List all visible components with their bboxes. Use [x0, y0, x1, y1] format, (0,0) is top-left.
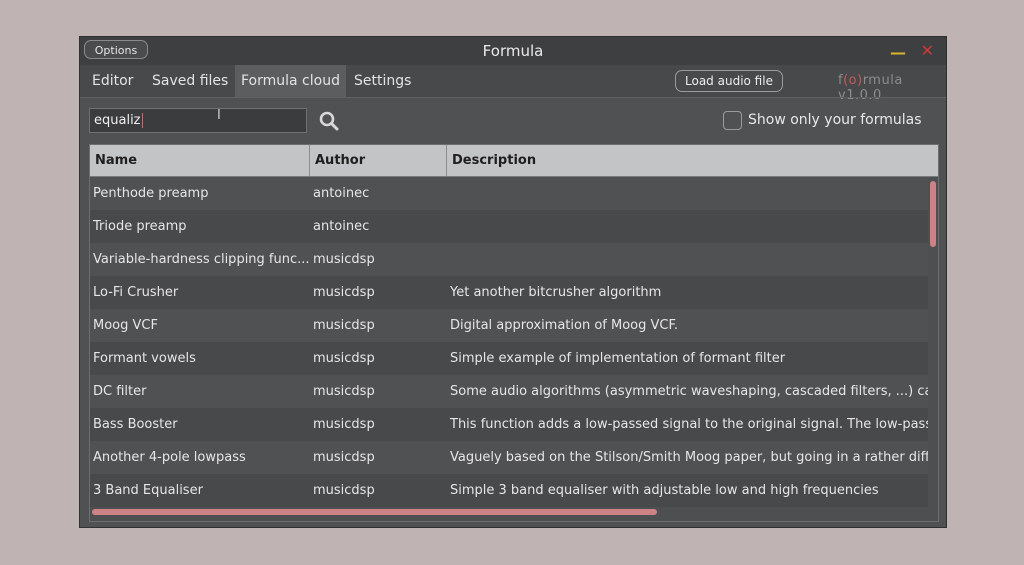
table-row[interactable]: Penthode preamp antoinec — [90, 177, 928, 210]
tab-settings[interactable]: Settings — [348, 65, 417, 97]
cell-name: Lo-Fi Crusher — [93, 285, 179, 300]
cell-author: musicdsp — [313, 285, 375, 300]
ibeam-cursor-icon: I — [217, 108, 221, 123]
cell-author: musicdsp — [313, 384, 375, 399]
horizontal-scrollbar[interactable] — [92, 509, 657, 515]
cell-author: musicdsp — [313, 252, 375, 267]
text-caret — [141, 113, 143, 128]
cell-description: Vaguely based on the Stilson/Smith Moog … — [450, 450, 928, 465]
cell-name: Triode preamp — [93, 219, 187, 234]
column-header-name[interactable]: Name — [90, 145, 310, 176]
cell-description: Some audio algorithms (asymmetric wavesh… — [450, 384, 928, 399]
formula-cloud-panel: equaliz I Show only your formulas Name A… — [80, 97, 946, 530]
cell-author: musicdsp — [313, 417, 375, 432]
cell-name: Another 4-pole lowpass — [93, 450, 246, 465]
cell-name: Moog VCF — [93, 318, 158, 333]
show-only-yours-label[interactable]: Show only your formulas — [748, 112, 922, 128]
cell-name: Formant vowels — [93, 351, 196, 366]
cell-description — [447, 243, 928, 276]
tab-formula-cloud[interactable]: Formula cloud — [235, 65, 346, 97]
cell-author: musicdsp — [313, 450, 375, 465]
table-row[interactable]: DC filter musicdsp Some audio algorithms (… — [90, 375, 928, 408]
cell-description: Digital approximation of Moog VCF. — [450, 318, 679, 333]
tab-bar: Editor Saved files Formula cloud Setting… — [80, 65, 946, 103]
load-audio-file-button[interactable]: Load audio file — [675, 70, 783, 92]
search-input[interactable]: equaliz — [89, 108, 307, 133]
cell-author: antoinec — [313, 186, 370, 201]
table-row[interactable]: Formant vowels musicdsp Simple example of … — [90, 342, 928, 375]
vertical-scrollbar[interactable] — [930, 181, 936, 247]
table-row[interactable]: Variable-hardness clipping func... musicd… — [90, 243, 928, 276]
brand-accent: (o) — [843, 73, 863, 88]
table-row[interactable]: 3 Band Equaliser musicdsp Simple 3 band eq… — [90, 474, 928, 507]
tab-editor[interactable]: Editor — [86, 65, 139, 97]
title-bar: Options Formula — ✕ — [80, 37, 946, 65]
table-row[interactable]: Bass Booster musicdsp This function adds a… — [90, 408, 928, 441]
cell-description — [447, 177, 928, 210]
cell-name: Variable-hardness clipping func... — [93, 252, 310, 267]
cell-author: musicdsp — [313, 351, 375, 366]
tab-saved-files[interactable]: Saved files — [146, 65, 234, 97]
cell-description: Simple example of implementation of form… — [450, 351, 786, 366]
cell-author: antoinec — [313, 219, 370, 234]
search-value: equaliz — [94, 113, 141, 128]
cell-name: 3 Band Equaliser — [93, 483, 203, 498]
formula-window: Options Formula — ✕ Editor Saved files F… — [79, 36, 947, 528]
cell-description — [447, 210, 928, 243]
cell-name: DC filter — [93, 384, 147, 399]
table-row[interactable]: Moog VCF musicdsp Digital approximation of… — [90, 309, 928, 342]
cell-description: This function adds a low-passed signal t… — [450, 417, 928, 432]
table-row[interactable]: Triode preamp antoinec — [90, 210, 928, 243]
cell-name: Bass Booster — [93, 417, 178, 432]
close-icon[interactable]: ✕ — [921, 41, 934, 60]
table-row[interactable]: Lo-Fi Crusher musicdsp Yet another bitcrus… — [90, 276, 928, 309]
cell-author: musicdsp — [313, 318, 375, 333]
cell-name: Penthode preamp — [93, 186, 209, 201]
table-header: Name Author Description — [90, 145, 938, 177]
column-header-author[interactable]: Author — [310, 145, 447, 176]
table-row[interactable]: Another 4-pole lowpass musicdsp Vaguely ba… — [90, 441, 928, 474]
formula-table: Name Author Description Penthode preamp a… — [89, 144, 939, 522]
minimize-icon[interactable]: — — [890, 43, 906, 62]
show-only-yours-checkbox[interactable] — [723, 111, 742, 130]
window-title: Formula — [482, 42, 544, 60]
cell-description: Yet another bitcrusher algorithm — [450, 285, 662, 300]
cell-description: Simple 3 band equaliser with adjustable … — [450, 483, 879, 498]
search-icon[interactable] — [318, 110, 340, 132]
column-header-description[interactable]: Description — [447, 145, 938, 176]
cell-author: musicdsp — [313, 483, 375, 498]
